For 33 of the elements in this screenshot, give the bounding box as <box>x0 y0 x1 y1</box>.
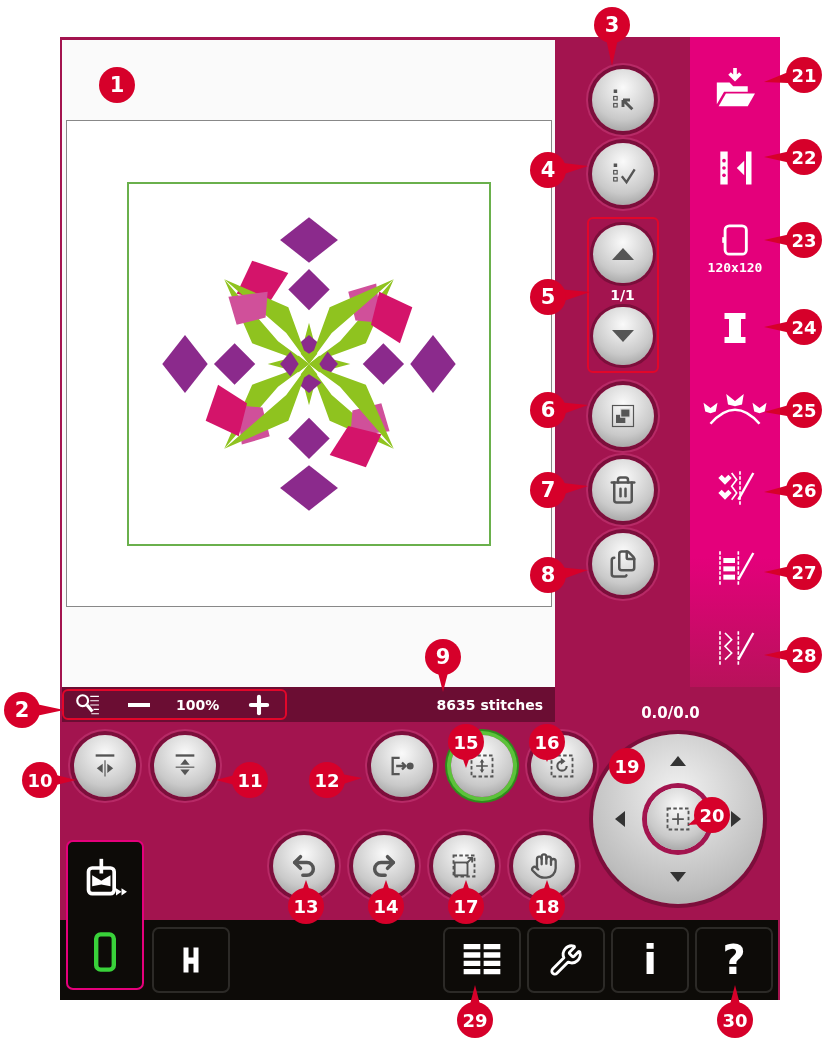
page-indicator: 1/1 <box>610 287 635 303</box>
down-triangle-icon <box>670 872 686 882</box>
up-triangle-icon <box>610 247 635 261</box>
callout-badge: 19 <box>609 748 645 784</box>
redo-icon <box>370 852 398 880</box>
callout-badge: 16 <box>529 724 565 762</box>
scroll-up-button[interactable] <box>592 225 653 283</box>
down-triangle-icon <box>610 329 635 343</box>
callout-badge: 1 <box>99 67 135 103</box>
zoom-level: 100% <box>176 696 220 713</box>
move-right-button[interactable] <box>731 811 741 827</box>
info-button[interactable]: i <box>611 927 689 993</box>
position-reading: 0.0/0.0 <box>641 704 700 722</box>
embroidery-mode-button[interactable] <box>66 840 144 990</box>
move-down-button[interactable] <box>670 872 686 882</box>
presser-foot-button[interactable] <box>152 927 230 993</box>
move-up-button[interactable] <box>670 756 686 766</box>
resize-selection-icon <box>450 852 478 880</box>
zoom-out-button[interactable] <box>128 702 150 707</box>
help-button[interactable]: ? <box>695 927 773 993</box>
minus-icon <box>128 702 150 707</box>
right-triangle-icon <box>731 811 741 827</box>
hand-icon <box>530 852 558 880</box>
settings-icon <box>549 943 583 977</box>
menu-button[interactable] <box>443 927 521 993</box>
left-triangle-icon <box>615 811 625 827</box>
undo-icon <box>290 852 318 880</box>
move-left-button[interactable] <box>615 811 625 827</box>
scroll-down-button[interactable] <box>592 307 653 365</box>
up-triangle-icon <box>670 756 686 766</box>
center-selection-icon <box>664 805 692 833</box>
settings-button[interactable] <box>527 927 605 993</box>
stitch-count: 8635 stitches <box>436 696 543 713</box>
